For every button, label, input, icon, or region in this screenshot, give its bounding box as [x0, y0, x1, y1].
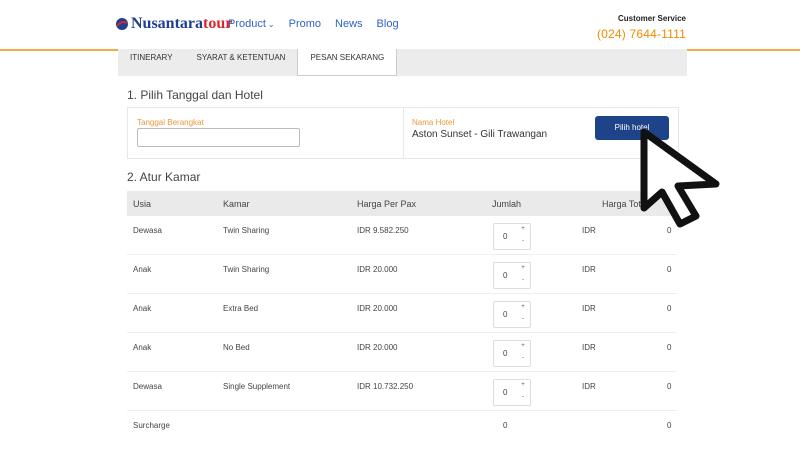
cell-currency: IDR [582, 382, 596, 391]
cell-kamar: Twin Sharing [223, 226, 270, 235]
surcharge-label: Surcharge [133, 421, 170, 430]
table-row: Dewasa Twin Sharing IDR 9.582.250 0 + - … [127, 216, 677, 255]
cell-usia: Dewasa [133, 382, 162, 391]
increment-icon[interactable]: + [518, 265, 528, 271]
cell-total: 0 [667, 226, 672, 235]
cell-harga: IDR 20.000 [357, 304, 398, 313]
section-title-tanggal-hotel: 1. Pilih Tanggal dan Hotel [127, 88, 263, 102]
quantity-value: 0 [503, 349, 508, 358]
decrement-icon[interactable]: - [518, 316, 528, 322]
quantity-stepper[interactable]: 0 + - [493, 301, 531, 328]
chevron-down-icon: ⌄ [267, 20, 275, 29]
cell-usia: Anak [133, 265, 152, 274]
nav-promo[interactable]: Promo [289, 18, 321, 30]
date-input[interactable] [137, 128, 300, 147]
cell-kamar: No Bed [223, 343, 250, 352]
booking-panel: ITINERARY SYARAT & KETENTUAN PESAN SEKAR… [118, 49, 687, 433]
table-row: Anak Extra Bed IDR 20.000 0 + - IDR 0 [127, 294, 677, 333]
header-jumlah: Jumlah [492, 199, 522, 209]
cell-currency: IDR [582, 343, 596, 352]
cell-kamar: Single Supplement [223, 382, 291, 391]
header-harga-total: Harga Total [602, 199, 648, 209]
cell-total: 0 [667, 265, 672, 274]
decrement-icon[interactable]: - [518, 394, 528, 400]
decrement-icon[interactable]: - [518, 355, 528, 361]
quantity-stepper[interactable]: 0 + - [493, 340, 531, 367]
decrement-icon[interactable]: - [518, 238, 528, 244]
quantity-stepper[interactable]: 0 + - [493, 223, 531, 250]
increment-icon[interactable]: + [518, 304, 528, 310]
cell-harga: IDR 20.000 [357, 265, 398, 274]
decrement-icon[interactable]: - [518, 277, 528, 283]
surcharge-row: Surcharge 0 0 [127, 411, 677, 449]
header-harga-per-pax: Harga Per Pax [357, 199, 417, 209]
nav-product[interactable]: Product ⌄ [228, 18, 275, 30]
cell-harga: IDR 20.000 [357, 343, 398, 352]
quantity-stepper[interactable]: 0 + - [493, 262, 531, 289]
cell-harga: IDR 9.582.250 [357, 226, 409, 235]
tab-bar: ITINERARY SYARAT & KETENTUAN PESAN SEKAR… [118, 49, 687, 76]
increment-icon[interactable]: + [518, 226, 528, 232]
table-row: Anak Twin Sharing IDR 20.000 0 + - IDR 0 [127, 255, 677, 294]
quantity-stepper[interactable]: 0 + - [493, 379, 531, 406]
date-column: Tanggal Berangkat [128, 108, 404, 158]
cell-total: 0 [667, 304, 672, 313]
site-header: Nusantaratour Product ⌄ Promo News Blog C… [0, 0, 800, 51]
nav-product-label: Product [228, 18, 266, 30]
date-label: Tanggal Berangkat [137, 118, 204, 127]
quantity-value: 0 [503, 388, 508, 397]
quantity-value: 0 [503, 232, 508, 241]
table-row: Anak No Bed IDR 20.000 0 + - IDR 0 [127, 333, 677, 372]
tab-itinerary[interactable]: ITINERARY [118, 49, 185, 76]
logo-icon [116, 18, 128, 30]
table-row: Dewasa Single Supplement IDR 10.732.250 … [127, 372, 677, 411]
cell-harga: IDR 10.732.250 [357, 382, 414, 391]
nav-blog[interactable]: Blog [377, 18, 399, 30]
cell-currency: IDR [582, 304, 596, 313]
surcharge-total: 0 [667, 421, 672, 430]
main-nav: Product ⌄ Promo News Blog [228, 18, 399, 30]
cell-kamar: Twin Sharing [223, 265, 270, 274]
hotel-name: Aston Sunset - Gili Trawangan [412, 129, 548, 140]
customer-service: Customer Service (024) 7644-1111 [597, 14, 686, 41]
logo[interactable]: Nusantaratour [115, 15, 232, 33]
quantity-value: 0 [503, 271, 508, 280]
customer-service-label: Customer Service [617, 14, 686, 23]
cell-usia: Anak [133, 343, 152, 352]
customer-service-phone[interactable]: (024) 7644-1111 [597, 27, 686, 41]
header-usia: Usia [133, 199, 152, 209]
increment-icon[interactable]: + [518, 343, 528, 349]
cell-currency: IDR [582, 265, 596, 274]
table-header: Usia Kamar Harga Per Pax Jumlah Harga To… [127, 191, 677, 216]
cell-usia: Dewasa [133, 226, 162, 235]
logo-text-nusantara: Nusantara [131, 15, 204, 32]
cell-kamar: Extra Bed [223, 304, 259, 313]
date-hotel-box: Tanggal Berangkat Nama Hotel Aston Sunse… [127, 107, 679, 159]
tab-syarat-ketentuan[interactable]: SYARAT & KETENTUAN [185, 49, 298, 76]
cell-total: 0 [667, 343, 672, 352]
pilih-hotel-button[interactable]: Pilih hotel [595, 116, 669, 140]
cell-currency: IDR [582, 226, 596, 235]
increment-icon[interactable]: + [518, 382, 528, 388]
cell-total: 0 [667, 382, 672, 391]
tab-pesan-sekarang[interactable]: PESAN SEKARANG [297, 49, 398, 76]
nav-news[interactable]: News [335, 18, 363, 30]
section-title-atur-kamar: 2. Atur Kamar [127, 170, 201, 184]
hotel-label: Nama Hotel [412, 118, 455, 127]
cell-usia: Anak [133, 304, 152, 313]
room-table: Usia Kamar Harga Per Pax Jumlah Harga To… [127, 191, 677, 449]
quantity-value: 0 [503, 310, 508, 319]
header-kamar: Kamar [223, 199, 250, 209]
surcharge-jumlah: 0 [503, 421, 508, 430]
